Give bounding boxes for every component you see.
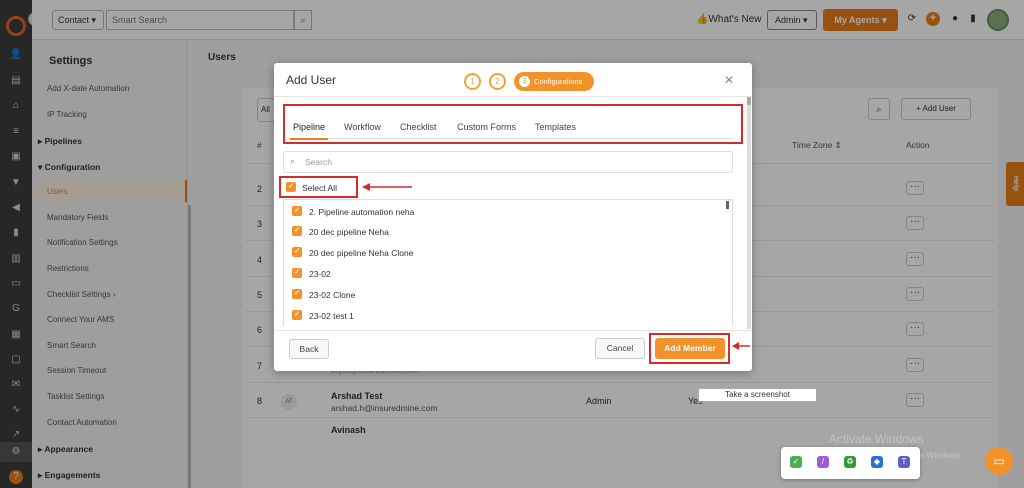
pipeline-list-scrollbar[interactable] <box>726 201 729 209</box>
search-icon: ⌕ <box>290 156 296 166</box>
step-1-indicator[interactable]: 1 <box>464 73 481 90</box>
pipeline-checkbox[interactable]: ✓ <box>292 310 302 320</box>
shield-icon[interactable]: ◆ <box>871 456 883 468</box>
check-icon[interactable]: ✓ <box>790 456 802 468</box>
modal-title: Add User <box>286 73 337 87</box>
pipeline-label: 23-02 <box>309 269 331 279</box>
pipeline-label: 2. Pipeline automation neha <box>309 207 415 217</box>
recycle-icon[interactable]: ♻ <box>844 456 856 468</box>
activate-windows-title: Activate Windows <box>829 432 924 446</box>
close-icon[interactable]: ✕ <box>724 73 734 87</box>
annotation-arrow-icon <box>732 342 750 350</box>
tabs-divider <box>288 138 732 139</box>
pipeline-label: 20 dec pipeline Neha <box>309 227 389 237</box>
tab-templates[interactable]: Templates <box>535 122 576 132</box>
pipeline-checkbox[interactable]: ✓ <box>292 226 302 236</box>
pipeline-label: 23-02 Clone <box>309 290 356 300</box>
select-all-label[interactable]: Select All <box>302 183 337 193</box>
step-2-indicator[interactable]: 2 <box>489 73 506 90</box>
modal-scrollbar-thumb[interactable] <box>747 97 751 105</box>
pipeline-label: 20 dec pipeline Neha Clone <box>309 248 414 258</box>
select-all-checkbox[interactable]: ✓ <box>286 182 296 192</box>
modal-divider <box>274 96 752 97</box>
pipeline-checkbox[interactable]: ✓ <box>292 206 302 216</box>
pen-icon[interactable]: / <box>817 456 829 468</box>
modal-footer-divider <box>274 330 752 331</box>
pipeline-checkbox[interactable]: ✓ <box>292 247 302 257</box>
active-tab-indicator <box>290 138 328 140</box>
teams-icon[interactable]: T <box>898 456 910 468</box>
annotation-arrow-icon <box>362 183 412 191</box>
pipeline-checkbox[interactable]: ✓ <box>292 289 302 299</box>
pipeline-search-field[interactable] <box>283 151 733 173</box>
tab-checklist[interactable]: Checklist <box>400 122 437 132</box>
tooltip: Take a screenshot <box>698 388 817 402</box>
pipeline-checkbox[interactable]: ✓ <box>292 268 302 278</box>
pipeline-search-placeholder: Search <box>305 157 332 167</box>
pipeline-label: 23-02 test 1 <box>309 311 354 321</box>
add-member-button[interactable]: Add Member <box>655 338 725 359</box>
cancel-button[interactable]: Cancel <box>595 338 645 359</box>
modal-scrollbar[interactable] <box>747 97 751 329</box>
back-button[interactable]: Back <box>289 339 329 359</box>
tab-workflow[interactable]: Workflow <box>344 122 381 132</box>
pipeline-list <box>283 199 733 326</box>
step-3-number: 3 <box>519 76 530 87</box>
tab-custom-forms[interactable]: Custom Forms <box>457 122 516 132</box>
tab-pipeline[interactable]: Pipeline <box>293 122 325 132</box>
chat-icon[interactable]: ▭ <box>985 447 1013 475</box>
